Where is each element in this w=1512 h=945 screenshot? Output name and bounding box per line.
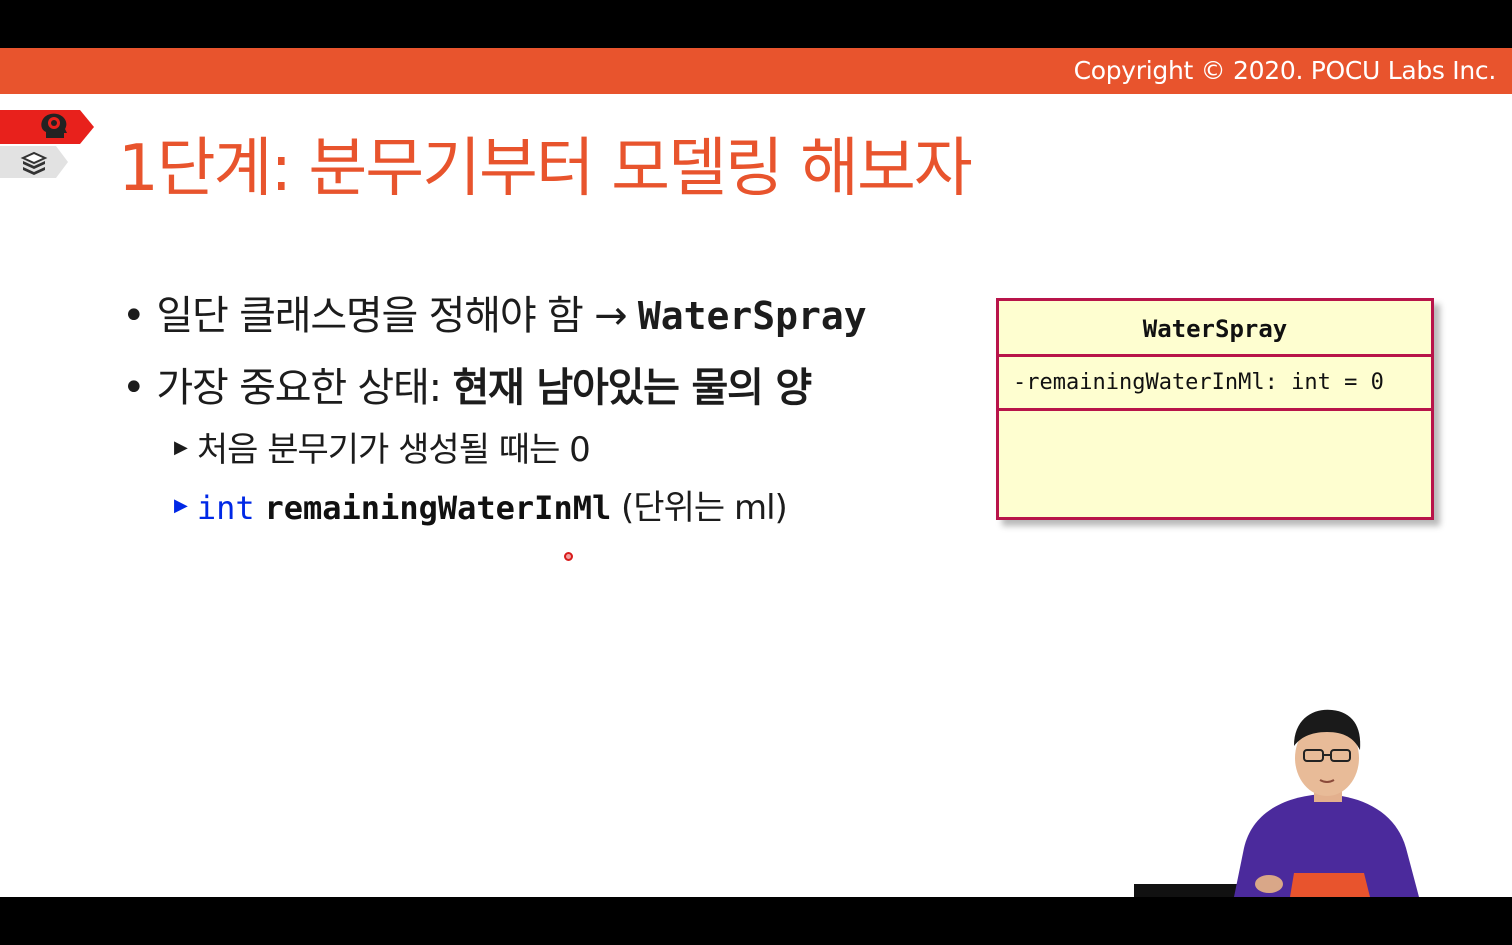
book-stack-icon bbox=[20, 151, 48, 175]
class-name-code: WaterSpray bbox=[637, 294, 867, 338]
unit-note: (단위는 ml) bbox=[621, 488, 788, 528]
sub-bullet-initial-value: ▶ 처음 분무기가 생성될 때는 0 bbox=[174, 428, 591, 474]
brain-head-icon bbox=[41, 113, 67, 138]
uml-attribute: -remainingWaterInMl: int = 0 bbox=[999, 357, 1431, 411]
video-letterbox-bottom bbox=[0, 897, 1512, 945]
sub-bullet-text: 처음 분무기가 생성될 때는 0 bbox=[196, 430, 591, 470]
type-keyword: int bbox=[196, 489, 255, 527]
slide-header-band: Copyright © 2020. POCU Labs Inc. bbox=[0, 48, 1512, 94]
variable-name: remainingWaterInMl bbox=[264, 489, 612, 527]
bullet-class-name: • 일단 클래스명을 정해야 함 → WaterSpray bbox=[122, 290, 867, 342]
bullet-emphasis: 현재 남아있는 물의 양 bbox=[452, 365, 812, 411]
slide: Copyright © 2020. POCU Labs Inc. 1단계: 분무… bbox=[0, 48, 1512, 897]
triangle-bullet-icon: ▶ bbox=[174, 436, 188, 458]
bullet-text: 가장 중요한 상태: bbox=[156, 365, 453, 411]
copyright-text: Copyright © 2020. POCU Labs Inc. bbox=[1073, 56, 1497, 85]
uml-class-box: WaterSpray -remainingWaterInMl: int = 0 bbox=[996, 298, 1434, 520]
presenter-video-overlay bbox=[1134, 709, 1419, 897]
slide-title: 1단계: 분무기부터 모델링 해보자 bbox=[118, 132, 973, 206]
bullet-important-state: • 가장 중요한 상태: 현재 남아있는 물의 양 bbox=[122, 362, 812, 414]
triangle-bullet-icon: ▶ bbox=[174, 494, 188, 516]
video-letterbox-top bbox=[0, 0, 1512, 48]
uml-class-name: WaterSpray bbox=[999, 301, 1431, 357]
sub-bullet-declaration: ▶ int remainingWaterInMl (단위는 ml) bbox=[174, 486, 788, 532]
bullet-dot: • bbox=[122, 293, 146, 339]
bullet-text: 일단 클래스명을 정해야 함 → bbox=[156, 293, 638, 339]
bullet-dot: • bbox=[122, 365, 146, 411]
laser-pointer-dot bbox=[564, 552, 573, 561]
